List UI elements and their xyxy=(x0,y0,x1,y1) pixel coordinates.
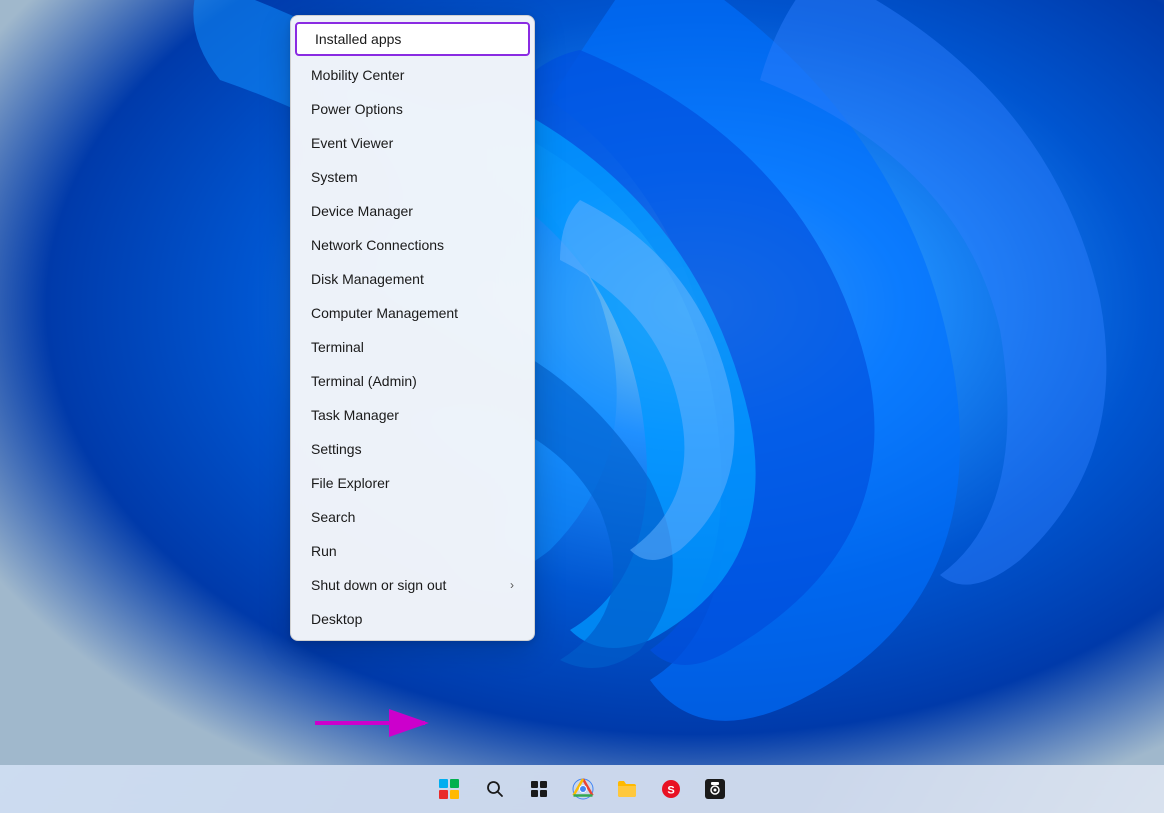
search-taskbar-button[interactable] xyxy=(475,769,515,809)
start-button[interactable] xyxy=(429,769,469,809)
svg-text:S: S xyxy=(667,785,674,797)
menu-item-event-viewer[interactable]: Event Viewer xyxy=(291,126,534,160)
camera-button[interactable] xyxy=(695,769,735,809)
menu-item-shutdown[interactable]: Shut down or sign out › xyxy=(291,568,534,602)
file-explorer-icon xyxy=(616,779,638,799)
windows-logo-icon xyxy=(439,779,459,799)
chrome-icon xyxy=(572,778,594,800)
arrow-annotation xyxy=(310,698,440,753)
menu-item-settings[interactable]: Settings xyxy=(291,432,534,466)
menu-item-power-options[interactable]: Power Options xyxy=(291,92,534,126)
menu-item-file-explorer[interactable]: File Explorer xyxy=(291,466,534,500)
menu-item-run[interactable]: Run xyxy=(291,534,534,568)
menu-item-network-connections[interactable]: Network Connections xyxy=(291,228,534,262)
arrow-icon xyxy=(310,698,440,748)
menu-item-installed-apps[interactable]: Installed apps xyxy=(295,22,530,56)
file-explorer-button[interactable] xyxy=(607,769,647,809)
store-button[interactable]: S xyxy=(651,769,691,809)
task-view-icon xyxy=(529,779,549,799)
camera-icon xyxy=(704,778,726,800)
menu-item-desktop[interactable]: Desktop xyxy=(291,602,534,636)
context-menu: Installed apps Mobility Center Power Opt… xyxy=(290,15,535,641)
menu-item-system[interactable]: System xyxy=(291,160,534,194)
menu-item-terminal-admin[interactable]: Terminal (Admin) xyxy=(291,364,534,398)
menu-item-task-manager[interactable]: Task Manager xyxy=(291,398,534,432)
desktop-background xyxy=(0,0,1164,765)
search-icon xyxy=(485,779,505,799)
store-icon: S xyxy=(660,778,682,800)
menu-item-device-manager[interactable]: Device Manager xyxy=(291,194,534,228)
submenu-chevron-icon: › xyxy=(510,578,514,592)
task-view-button[interactable] xyxy=(519,769,559,809)
chrome-button[interactable] xyxy=(563,769,603,809)
menu-item-mobility-center[interactable]: Mobility Center xyxy=(291,58,534,92)
menu-item-search[interactable]: Search xyxy=(291,500,534,534)
desktop: Installed apps Mobility Center Power Opt… xyxy=(0,0,1164,813)
menu-item-computer-management[interactable]: Computer Management xyxy=(291,296,534,330)
taskbar: S xyxy=(0,765,1164,813)
menu-item-terminal[interactable]: Terminal xyxy=(291,330,534,364)
menu-item-disk-management[interactable]: Disk Management xyxy=(291,262,534,296)
